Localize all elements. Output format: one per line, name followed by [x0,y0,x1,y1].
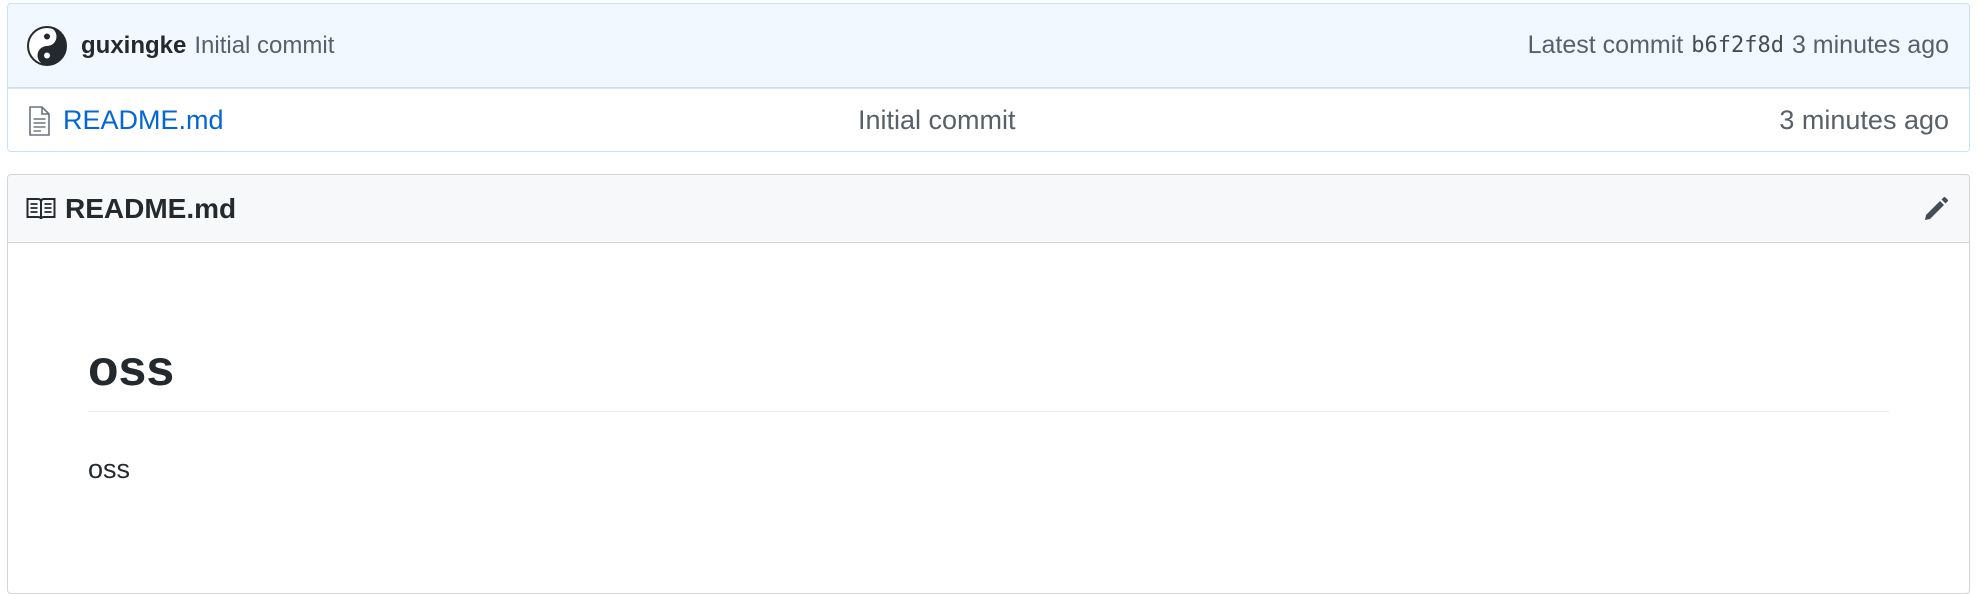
book-icon [26,197,56,219]
file-name-link[interactable]: README.md [63,105,224,136]
latest-commit-info: Latest commit b6f2f8d 3 minutes ago [1528,31,1949,60]
readme-title: README.md [65,192,237,224]
latest-commit-label: Latest commit [1527,31,1684,59]
commit-age: 3 minutes ago [1791,31,1949,59]
readme-heading: oss [88,343,1889,412]
commit-message[interactable]: Initial commit [194,32,334,60]
edit-readme-button[interactable] [1919,192,1953,226]
file-icon [29,105,50,136]
commit-sha-link[interactable]: b6f2f8d [1691,33,1784,58]
readme-box: README.md oss oss [7,174,1970,594]
readme-header: README.md [8,175,1969,243]
commit-author-link[interactable]: guxingke [81,32,186,60]
pencil-icon [1925,196,1948,220]
readme-paragraph: oss [88,454,131,484]
file-age: 3 minutes ago [1779,105,1949,135]
file-navigation-box: guxingke Initial commit Latest commit b6… [7,3,1970,152]
latest-commit-bar: guxingke Initial commit Latest commit b6… [8,4,1969,88]
file-commit-message-link[interactable]: Initial commit [858,105,1016,136]
file-row: README.md Initial commit 3 minutes ago [8,88,1969,151]
readme-content: oss oss [8,343,1969,485]
yin-yang-avatar-icon[interactable] [27,25,67,66]
